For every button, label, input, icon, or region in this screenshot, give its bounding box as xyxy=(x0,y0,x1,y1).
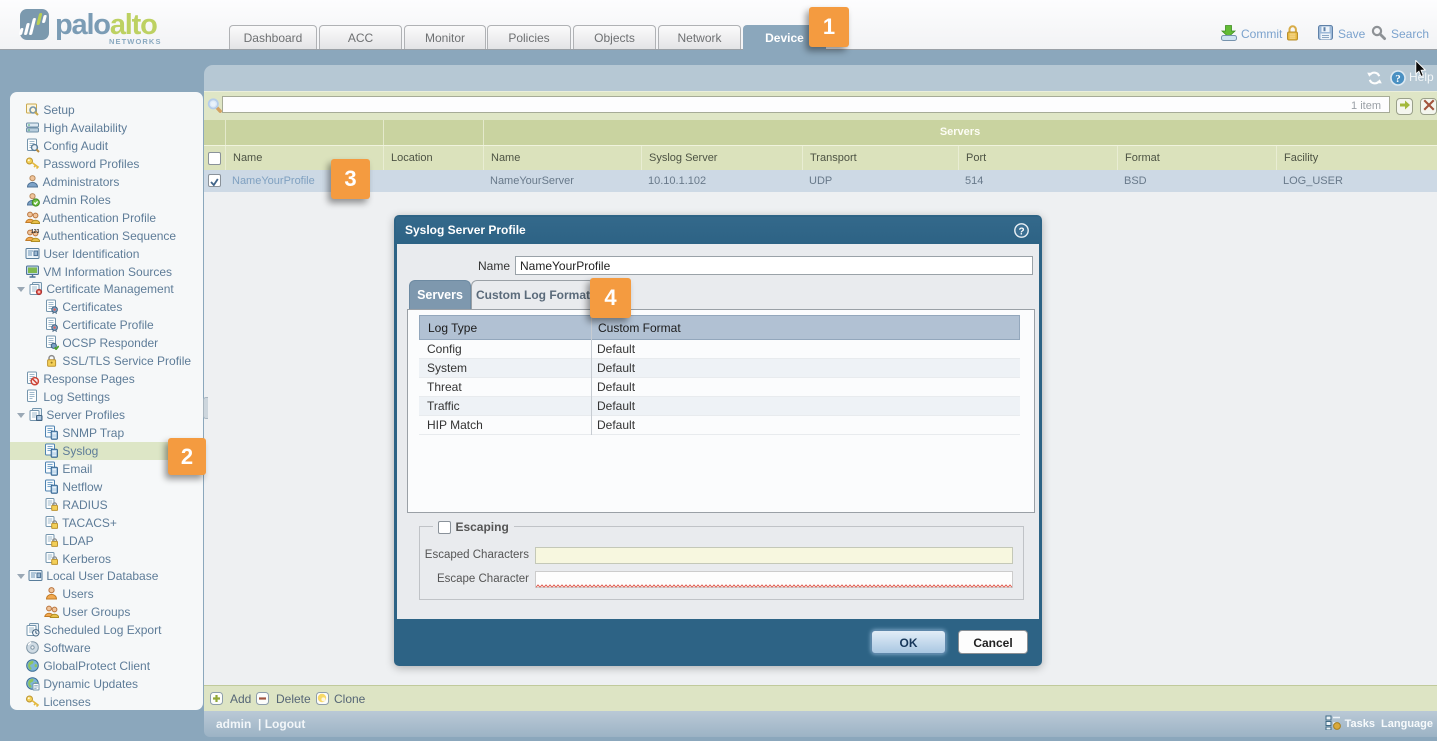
svg-text:?: ? xyxy=(1395,73,1401,85)
svg-text:?: ? xyxy=(1018,227,1024,238)
